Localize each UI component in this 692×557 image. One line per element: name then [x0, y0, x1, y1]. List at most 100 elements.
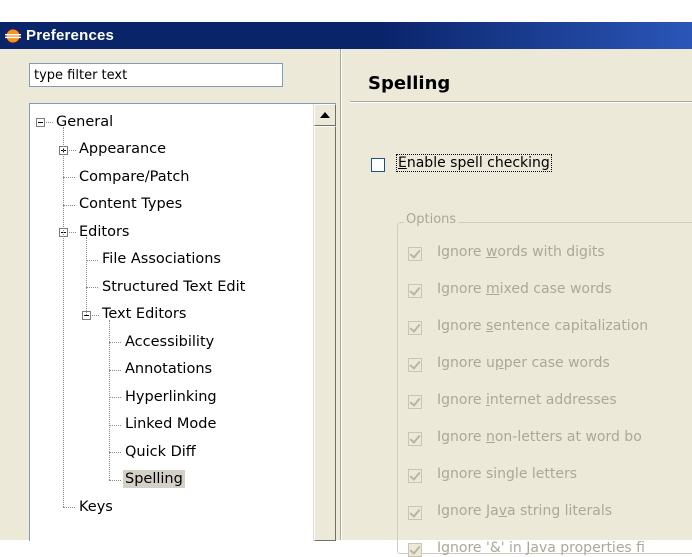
option-checkbox[interactable]: [408, 506, 422, 520]
tree-connector: [86, 287, 98, 288]
tree-item[interactable]: Linked Mode: [123, 411, 218, 438]
option-label-text: Ignore Ja: [437, 503, 499, 519]
tree-item-label: Compare/Patch: [79, 168, 190, 185]
option-label-text: ava properties fi: [530, 540, 645, 556]
tree-guide-line: [86, 237, 87, 315]
option-label-text: Ignore: [437, 244, 486, 260]
preference-tree: General Appearance Compare/Patch Content Ty…: [29, 103, 336, 541]
tree-connector: [109, 424, 121, 426]
enable-mnemonic: E: [398, 155, 407, 171]
option-label[interactable]: Ignore words with digits: [437, 244, 605, 260]
option-checkbox[interactable]: [408, 432, 422, 446]
tree-guide-line: [63, 127, 64, 507]
tree-item-label: Accessibility: [125, 333, 215, 350]
enable-spell-checkbox[interactable]: [371, 158, 385, 172]
option-mnemonic: v: [498, 503, 507, 519]
title-bar[interactable]: Preferences: [0, 22, 692, 49]
tree-connector: [63, 204, 75, 206]
option-label[interactable]: Ignore single letters: [437, 466, 577, 482]
tree-scrollbar[interactable]: [313, 104, 336, 541]
tree-item[interactable]: Content Types: [77, 191, 184, 218]
option-checkbox[interactable]: [408, 321, 422, 335]
tree-item-label: Keys: [79, 498, 113, 515]
tree-item[interactable]: Spelling: [123, 466, 185, 493]
tree-list: General Appearance Compare/Patch Content Ty…: [30, 104, 312, 541]
option-checkbox[interactable]: [408, 469, 422, 483]
tree-connector: [109, 397, 121, 398]
option-label[interactable]: Ignore sentence capitalization: [437, 318, 648, 334]
tree-connector: [69, 232, 76, 233]
option-mnemonic: n: [485, 429, 495, 445]
tree-connector: [109, 369, 121, 371]
arrow-up-icon: [320, 112, 330, 118]
tree-item[interactable]: Appearance: [77, 136, 168, 163]
option-checkbox[interactable]: [408, 284, 422, 298]
tree-item-label: Hyperlinking: [125, 388, 217, 405]
enable-label-rest: nable spell checking: [406, 155, 550, 171]
option-label-text: entence capitalization: [493, 318, 649, 334]
tree-item[interactable]: Quick Diff: [123, 438, 198, 465]
window-title: Preferences: [26, 27, 115, 44]
tree-item-label: Structured Text Edit: [102, 278, 246, 295]
tree-item-label: Content Types: [79, 196, 183, 212]
tree-connector: [69, 149, 76, 151]
option-mnemonic: w: [485, 244, 498, 260]
option-checkbox[interactable]: [408, 543, 422, 557]
scroll-up-button[interactable]: [314, 104, 336, 126]
option-label[interactable]: Ignore Java string literals: [437, 503, 612, 519]
collapse-icon[interactable]: [36, 118, 45, 127]
right-pane: Spelling Enable spell checking Options I…: [342, 49, 692, 557]
option-label-text: Ignore: [437, 281, 486, 297]
option-label[interactable]: Ignore '&' in Java properties fi: [437, 540, 645, 556]
tree-connector: [86, 259, 98, 261]
option-label-text: per case words: [503, 355, 610, 371]
option-label-text: on-letters at word bo: [494, 429, 642, 445]
tree-connector: [109, 452, 121, 453]
tree-item[interactable]: Compare/Patch: [77, 163, 192, 190]
tree-item-label: Appearance: [79, 141, 167, 157]
option-label-text: Ignore: [437, 318, 486, 334]
option-label-text: nore single letters: [450, 466, 578, 482]
tree-connector: [109, 479, 121, 481]
tree-connector: [63, 507, 75, 508]
tree-item[interactable]: Hyperlinking: [123, 383, 219, 410]
tree-connector: [46, 122, 53, 123]
page-title: Spelling: [368, 73, 451, 94]
option-label[interactable]: Ignore non-letters at word bo: [437, 429, 642, 445]
option-mnemonic: m: [485, 281, 500, 297]
tree-connector: [63, 177, 75, 178]
option-label[interactable]: Ignore upper case words: [437, 355, 610, 371]
tree-item-label: Text Editors: [102, 306, 187, 322]
option-checkbox[interactable]: [408, 358, 422, 372]
left-pane: GeneralAppearanceCompare/PatchContent Ty…: [0, 49, 342, 541]
tree-guide-line: [109, 319, 110, 480]
tree-item[interactable]: Text Editors: [100, 301, 188, 328]
tree-item[interactable]: Accessibility: [123, 328, 216, 355]
tree-item[interactable]: Keys: [77, 493, 115, 520]
tree-item[interactable]: Annotations: [123, 356, 214, 383]
option-label-text: a string literals: [506, 503, 613, 519]
option-label[interactable]: Ignore mixed case words: [437, 281, 612, 297]
option-label[interactable]: Ignore internet addresses: [437, 392, 617, 408]
option-mnemonic: g: [441, 466, 451, 482]
tree-item-label: Quick Diff: [125, 443, 196, 460]
tree-item-label: Annotations: [125, 361, 213, 377]
option-label-text: Ignore '&' in: [437, 540, 527, 556]
filter-input[interactable]: [29, 63, 283, 87]
option-label-text: nternet addresses: [489, 392, 617, 408]
scroll-thumb[interactable]: [314, 126, 336, 541]
enable-spell-label[interactable]: Enable spell checking: [396, 154, 552, 172]
eclipse-icon: [5, 27, 21, 44]
option-label-text: Ignore: [437, 429, 486, 445]
option-checkbox[interactable]: [408, 247, 422, 261]
preferences-window: Preferences GeneralAppearanceCompare/Pat…: [0, 22, 692, 557]
option-label-text: ixed case words: [499, 281, 612, 297]
header-separator-highlight: [350, 102, 692, 103]
tree-item[interactable]: Structured Text Edit: [100, 273, 247, 300]
tree-item[interactable]: File Associations: [100, 246, 223, 273]
option-label-text: Ignore u: [437, 355, 495, 371]
option-checkbox[interactable]: [408, 395, 422, 409]
tree-item-label: Linked Mode: [125, 416, 217, 432]
options-group-label: Options: [404, 212, 459, 227]
option-label-text: ords with digits: [497, 244, 605, 260]
